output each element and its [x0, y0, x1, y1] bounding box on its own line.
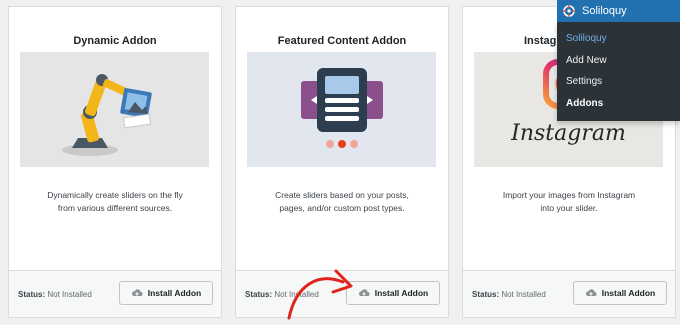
status-value: Not Installed	[47, 290, 92, 299]
addon-title: Featured Content Addon	[277, 35, 407, 47]
status-label: Status:	[18, 290, 46, 299]
addon-description: Import your images from Instagram into y…	[475, 189, 663, 215]
flyout-title: Soliloquy	[582, 5, 627, 17]
robotic-arm-icon	[62, 74, 152, 156]
status-label: Status:	[472, 290, 500, 299]
submenu-item-settings[interactable]: Settings	[557, 71, 680, 93]
install-addon-button[interactable]: Install Addon	[346, 281, 440, 305]
submenu-item-soliloquy[interactable]: Soliloquy	[557, 28, 680, 50]
description-line: Dynamically create sliders on the fly	[47, 190, 183, 200]
description-line: into your slider.	[540, 203, 598, 213]
soliloquy-icon	[563, 5, 575, 17]
flyout-submenu: Soliloquy Add New Settings Addons	[557, 22, 680, 121]
addon-status: Status: Not Installed	[472, 290, 546, 299]
description-line: Import your images from Instagram	[502, 190, 636, 200]
description-line: pages, and/or custom post types.	[279, 203, 405, 213]
addon-footer: Status: Not Installed Install Addon	[9, 270, 221, 317]
install-addon-label: Install Addon	[374, 288, 429, 298]
addon-image	[247, 52, 436, 167]
description-line: Create sliders based on your posts,	[275, 190, 409, 200]
addon-image	[20, 52, 209, 167]
addon-card-dynamic: Dynamic Addon Dynamically create sliders…	[8, 6, 222, 318]
cloud-download-icon	[585, 289, 597, 296]
addon-status: Status: Not Installed	[245, 290, 319, 299]
submenu-item-add-new[interactable]: Add New	[557, 50, 680, 72]
status-label: Status:	[245, 290, 273, 299]
status-value: Not Installed	[501, 290, 546, 299]
addon-description: Create sliders based on your posts, page…	[248, 189, 436, 215]
soliloquy-flyout-menu: Soliloquy Soliloquy Add New Settings Add…	[557, 0, 680, 121]
featured-slider-icon	[301, 68, 383, 148]
install-addon-label: Install Addon	[601, 288, 656, 298]
install-addon-label: Install Addon	[147, 288, 202, 298]
addon-status: Status: Not Installed	[18, 290, 92, 299]
description-line: from various different sources.	[57, 203, 173, 213]
addon-card-featured-content: Featured Content Addon Create sliders ba…	[235, 6, 449, 318]
addon-footer: Status: Not Installed Install Addon	[463, 270, 675, 317]
submenu-item-addons[interactable]: Addons	[557, 93, 680, 115]
flyout-header[interactable]: Soliloquy	[557, 0, 680, 22]
addon-description: Dynamically create sliders on the fly fr…	[21, 189, 209, 215]
instagram-wordmark: Instagram	[511, 121, 626, 146]
install-addon-button[interactable]: Install Addon	[573, 281, 667, 305]
status-value: Not Installed	[274, 290, 319, 299]
cloud-download-icon	[358, 289, 370, 296]
install-addon-button[interactable]: Install Addon	[119, 281, 213, 305]
addon-footer: Status: Not Installed Install Addon	[236, 270, 448, 317]
addon-title: Dynamic Addon	[73, 35, 157, 47]
cloud-download-icon	[131, 289, 143, 296]
